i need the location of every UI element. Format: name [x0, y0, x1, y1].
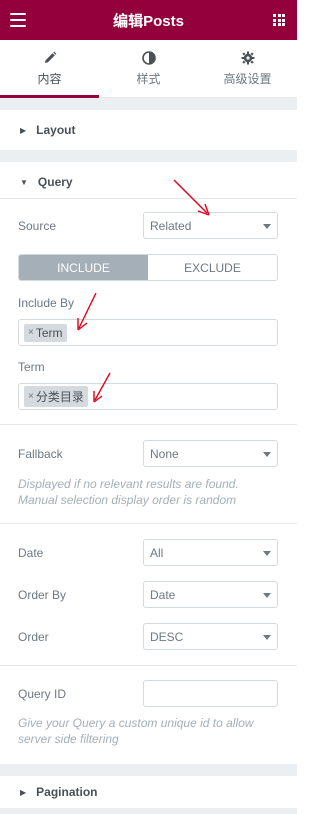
dropdown-arrow-icon — [263, 593, 271, 598]
dropdown-arrow-icon — [263, 635, 271, 640]
panel-title: 编辑Posts — [113, 12, 184, 30]
tab-advanced[interactable]: 高级设置 — [198, 40, 297, 97]
queryid-note-line-1: Give your Query a custom unique id to al… — [18, 716, 254, 730]
divider — [0, 424, 297, 425]
pencil-icon — [43, 50, 57, 66]
orderby-select[interactable]: Date — [143, 581, 278, 608]
exclude-button[interactable]: EXCLUDE — [148, 255, 277, 280]
remove-chip-icon[interactable]: × — [28, 327, 34, 338]
orderby-label: Order By — [18, 587, 67, 602]
divider — [0, 665, 297, 666]
section-query[interactable]: ▼ Query — [0, 162, 297, 202]
section-query-title: Query — [37, 175, 73, 189]
term-chip-label: 分类目录 — [35, 390, 84, 404]
date-label: Date — [18, 545, 44, 560]
gear-icon — [241, 50, 255, 66]
editor-header: 编辑Posts — [0, 0, 297, 40]
source-value: Related — [150, 218, 192, 233]
order-value: DESC — [150, 629, 184, 644]
queryid-description: Give your Query a custom unique id to al… — [18, 715, 278, 747]
term-chip[interactable]: × 分类目录 — [24, 386, 88, 407]
include-by-row: Include By — [18, 295, 278, 311]
term-row: Term — [18, 359, 278, 375]
dropdown-arrow-icon — [263, 551, 271, 556]
fallback-value: None — [150, 446, 179, 461]
widgets-grid-icon[interactable] — [273, 14, 285, 26]
tab-advanced-label: 高级设置 — [223, 72, 272, 86]
source-label: Source — [18, 218, 57, 233]
queryid-input[interactable] — [143, 680, 278, 707]
section-gap — [0, 150, 297, 162]
caret-right-icon: ▶ — [20, 787, 27, 797]
section-layout[interactable]: ▶ Layout — [0, 110, 297, 150]
queryid-label: Query ID — [18, 686, 67, 701]
date-value: All — [150, 545, 164, 560]
term-multiselect[interactable]: × 分类目录 — [18, 383, 278, 410]
section-gap — [0, 764, 297, 776]
dropdown-arrow-icon — [263, 452, 271, 457]
annotation-arrow-icon — [77, 292, 97, 331]
tab-style-label: 样式 — [136, 72, 161, 86]
fallback-note-line-1: Displayed if no relevant results are fou… — [18, 477, 239, 491]
term-label: Term — [18, 360, 45, 374]
section-pagination[interactable]: ▶ Pagination — [0, 776, 297, 808]
fallback-select[interactable]: None — [143, 440, 278, 467]
tab-content[interactable]: 内容 — [0, 40, 99, 98]
caret-down-icon: ▼ — [20, 177, 28, 187]
section-layout-title: Layout — [36, 123, 76, 137]
include-by-label: Include By — [18, 296, 75, 310]
divider — [0, 198, 297, 199]
include-exclude-switch: INCLUDE EXCLUDE — [18, 254, 278, 281]
fallback-note-line-2: Manual selection display order is random — [18, 493, 237, 507]
include-by-chip-label: Term — [35, 325, 63, 340]
section-gap — [0, 808, 297, 814]
panel-tabs: 内容 样式 高级设置 — [0, 40, 297, 98]
include-by-chip[interactable]: × Term — [24, 323, 67, 342]
include-by-multiselect[interactable]: × Term — [18, 319, 278, 346]
divider — [0, 523, 297, 524]
section-pagination-title: Pagination — [36, 785, 98, 799]
orderby-value: Date — [150, 587, 176, 602]
tab-content-label: 内容 — [37, 72, 62, 86]
annotation-arrow-icon — [93, 372, 111, 403]
queryid-note-line-2: server side filtering — [18, 732, 119, 746]
fallback-label: Fallback — [18, 446, 63, 461]
remove-chip-icon[interactable]: × — [28, 391, 34, 402]
annotation-arrow-icon — [173, 179, 210, 216]
tab-style[interactable]: 样式 — [99, 40, 198, 97]
menu-icon[interactable] — [10, 13, 26, 27]
order-select[interactable]: DESC — [143, 623, 278, 650]
include-button[interactable]: INCLUDE — [19, 255, 148, 280]
caret-right-icon: ▶ — [20, 125, 27, 135]
dropdown-arrow-icon — [263, 224, 271, 229]
section-gap — [0, 98, 297, 110]
fallback-description: Displayed if no relevant results are fou… — [18, 476, 278, 508]
date-select[interactable]: All — [143, 539, 278, 566]
half-circle-icon — [141, 50, 156, 66]
order-label: Order — [18, 629, 49, 644]
